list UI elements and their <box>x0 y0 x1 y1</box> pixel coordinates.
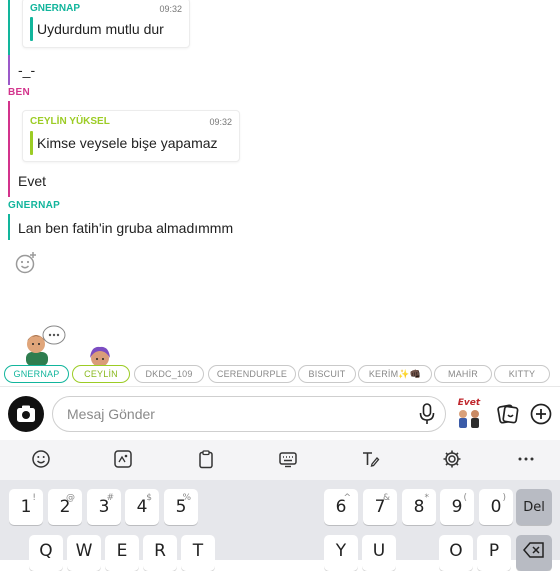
quoted-sender: GNERNAP <box>30 3 81 14</box>
settings-gear-icon[interactable] <box>442 449 462 469</box>
microphone-icon[interactable] <box>417 403 437 425</box>
quoted-time: 09:32 <box>209 117 232 127</box>
clipboard-icon[interactable] <box>196 449 216 469</box>
add-reaction-icon[interactable] <box>14 251 38 275</box>
key-9[interactable]: (9 <box>440 489 474 525</box>
participant-chip-cerendurple[interactable]: CERENDURPLE <box>208 365 296 383</box>
text-style-icon[interactable] <box>360 449 380 469</box>
more-options-icon[interactable] <box>516 449 536 469</box>
key-5[interactable]: % 5 <box>164 489 198 525</box>
thread-line-ben <box>8 55 10 85</box>
add-more-icon[interactable] <box>530 403 552 425</box>
quoted-message[interactable]: GNERNAP 09:32 Uydurdum mutlu dur <box>22 0 190 48</box>
thread-line-ben-block <box>8 101 10 197</box>
key-8[interactable]: * 8 <box>402 489 436 525</box>
thread-line-gnernap-block <box>8 214 10 240</box>
message-input-placeholder: Mesaj Gönder <box>67 406 155 422</box>
participant-chip-ceylin[interactable]: CEYLİN <box>72 365 130 383</box>
quoted-text: Kimse veysele bişe yapamaz <box>37 135 218 151</box>
backspace-icon <box>523 542 544 558</box>
camera-button[interactable] <box>8 396 44 432</box>
bitmoji-sticker-button[interactable]: Evet <box>454 398 484 430</box>
delete-key[interactable]: Del <box>516 489 552 525</box>
sender-label: GNERNAP <box>8 200 61 211</box>
message-text: Lan ben fatih'in gruba almadımmm <box>18 220 234 236</box>
participant-chip-mahir[interactable]: MAHİR <box>434 365 492 383</box>
emoji-icon[interactable] <box>31 449 51 469</box>
key-4[interactable]: $4 <box>125 489 159 525</box>
message-text: Evet <box>18 173 47 189</box>
key-p[interactable]: P <box>477 535 511 571</box>
key-6[interactable]: ^ 6 <box>324 489 358 525</box>
thread-line-gnernap <box>8 0 10 55</box>
key-r[interactable]: R <box>143 535 177 571</box>
participant-chip-dkdc[interactable]: DKDC_109 <box>134 365 204 383</box>
quoted-message[interactable]: CEYLİN YÜKSEL 09:32 Kimse veysele bişe y… <box>22 110 240 162</box>
key-2[interactable]: @2 <box>48 489 82 525</box>
key-7[interactable]: & 7 <box>363 489 397 525</box>
bitmoji-avatar-ceylin[interactable] <box>86 344 114 367</box>
key-w[interactable]: W <box>67 535 101 571</box>
quoted-text: Uydurdum mutlu dur <box>37 21 164 37</box>
keyboard-mode-icon[interactable] <box>278 449 298 469</box>
key-e[interactable]: E <box>105 535 139 571</box>
participant-chip-biscuit[interactable]: BISCUIT <box>298 365 356 383</box>
key-3[interactable]: #3 <box>87 489 121 525</box>
quote-bar <box>30 17 33 41</box>
bitmoji-sticker-label: Evet <box>457 398 481 408</box>
participant-chip-kerim[interactable]: KERİM✨👊🏿 <box>358 365 432 383</box>
quoted-sender: CEYLİN YÜKSEL <box>30 116 110 127</box>
message-text: -_- <box>18 62 36 78</box>
participant-chip-gnernap[interactable]: GNERNAP <box>4 365 69 383</box>
divider <box>0 386 560 387</box>
participant-chip-kitty[interactable]: KITTY <box>494 365 550 383</box>
sender-label: BEN <box>8 87 31 98</box>
key-u[interactable]: U <box>362 535 396 571</box>
quote-bar <box>30 131 33 155</box>
key-0[interactable]: ) 0 <box>479 489 513 525</box>
sticker-icon[interactable] <box>497 403 519 425</box>
backspace-key[interactable] <box>516 535 552 571</box>
key-o[interactable]: O <box>439 535 473 571</box>
key-1[interactable]: ! 1 <box>9 489 43 525</box>
key-q[interactable]: Q <box>29 535 63 571</box>
quoted-time: 09:32 <box>159 4 182 14</box>
camera-icon <box>17 405 35 422</box>
message-input[interactable]: Mesaj Gönder <box>52 396 446 432</box>
bitmoji-avatar-gnernap[interactable] <box>16 322 68 366</box>
key-t[interactable]: T <box>181 535 215 571</box>
gif-sticker-icon[interactable] <box>113 449 133 469</box>
key-y[interactable]: Y <box>324 535 358 571</box>
